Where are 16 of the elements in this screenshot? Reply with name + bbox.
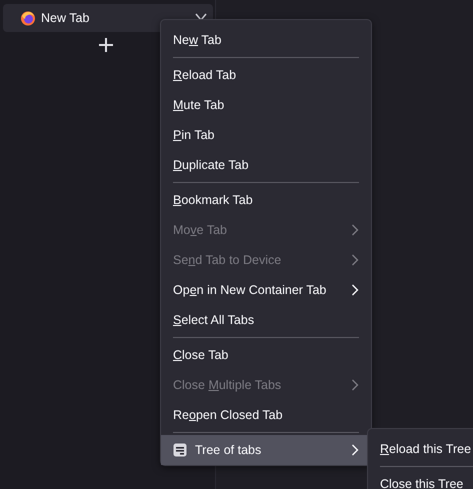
menu-item[interactable]: Open in New Container Tab <box>161 275 371 305</box>
menu-item[interactable]: Reopen Closed Tab <box>161 400 371 430</box>
plus-icon[interactable] <box>98 37 114 53</box>
menu-item[interactable]: Mute Tab <box>161 90 371 120</box>
menu-item[interactable]: Close Tab <box>161 340 371 370</box>
menu-item[interactable]: Duplicate Tab <box>161 150 371 180</box>
menu-item[interactable]: Reload Tab <box>161 60 371 90</box>
menu-item[interactable]: Reload this Tree <box>368 434 473 464</box>
menu-item[interactable]: Select All Tabs <box>161 305 371 335</box>
browser-logo-icon <box>20 10 36 26</box>
chevron-down-icon[interactable] <box>195 13 207 22</box>
extension-icon <box>173 443 187 457</box>
menu-item[interactable]: Bookmark Tab <box>161 185 371 215</box>
tab-title: New Tab <box>41 11 90 25</box>
menu-item[interactable]: Pin Tab <box>161 120 371 150</box>
menu-item[interactable]: Close this Tree <box>368 469 473 489</box>
